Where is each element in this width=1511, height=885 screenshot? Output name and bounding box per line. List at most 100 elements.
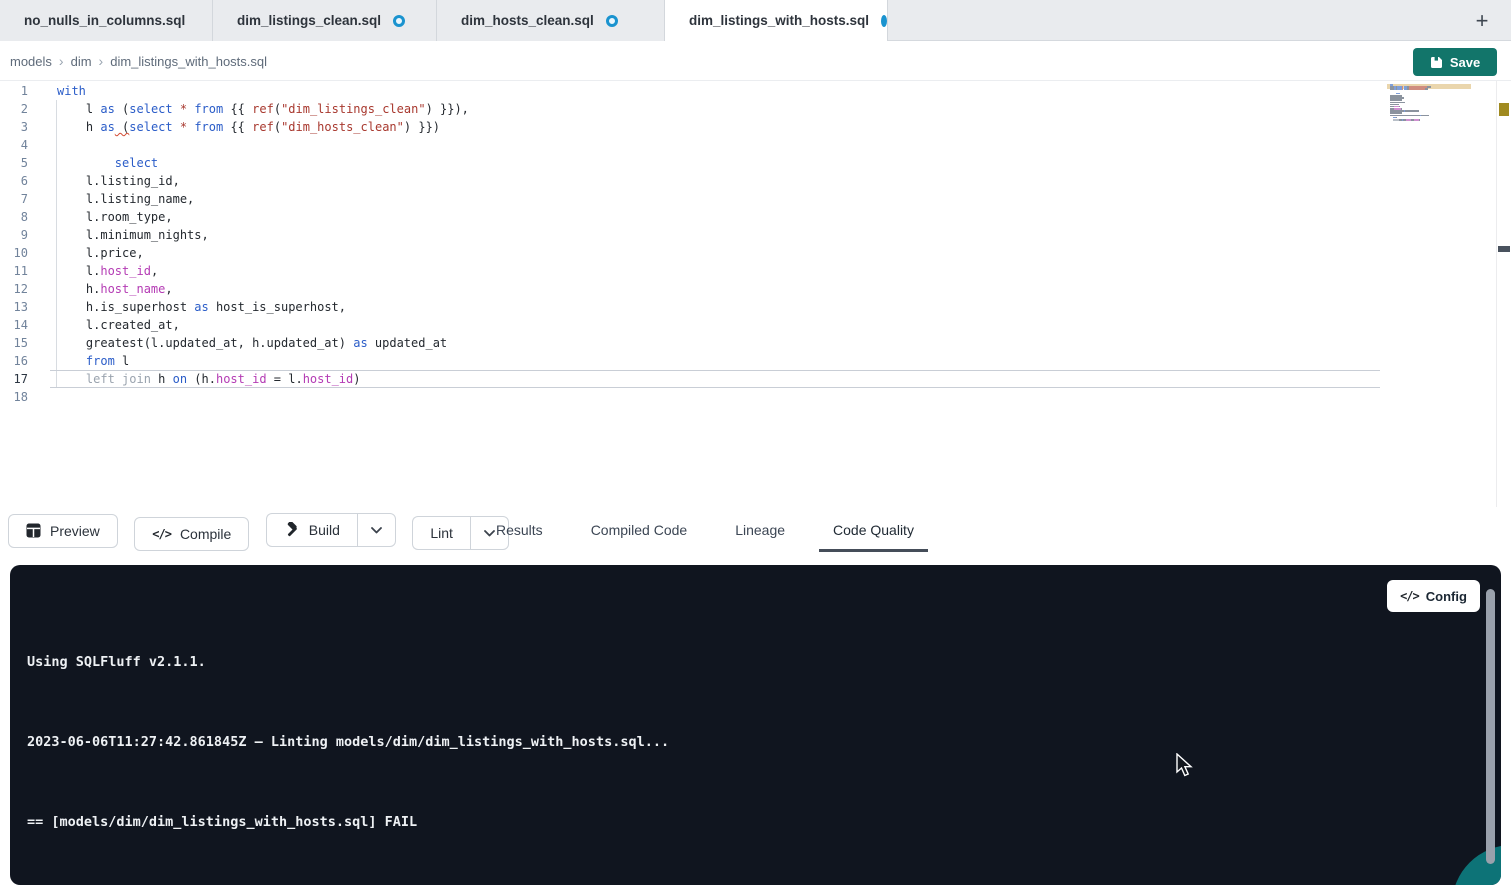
line-number: 2 (0, 100, 28, 118)
code-line[interactable]: 1with (0, 82, 469, 100)
code-line[interactable]: 2 l as (select * from {{ ref("dim_listin… (0, 100, 469, 118)
code-text: select (28, 154, 158, 172)
new-tab-button[interactable]: + (1462, 0, 1502, 41)
code-line[interactable]: 5 select (0, 154, 469, 172)
line-number: 15 (0, 334, 28, 352)
code-editor[interactable]: 1with2 l as (select * from {{ ref("dim_l… (0, 81, 1511, 507)
line-number: 5 (0, 154, 28, 172)
code-text: with (28, 82, 86, 100)
build-dropdown-button[interactable] (357, 513, 396, 547)
panel-tab[interactable]: Code Quality (817, 507, 930, 553)
panel-tab[interactable]: Results (480, 507, 559, 553)
dbt-cloud-ide: { "tabbar": { "tabs": [ { "label": "no_n… (0, 0, 1511, 875)
line-number: 3 (0, 118, 28, 136)
code-text: l.host_id, (28, 262, 158, 280)
breadcrumb-separator-icon: › (99, 53, 104, 69)
code-line[interactable]: 3 h as (select * from {{ ref("dim_hosts_… (0, 118, 469, 136)
terminal-line: 2023-06-06T11:27:42.861845Z – Linting mo… (27, 732, 669, 752)
file-tab-label: dim_hosts_clean.sql (461, 13, 594, 28)
file-tab[interactable]: no_nulls_in_columns.sql (0, 0, 213, 41)
panel-tab-label: Lineage (735, 522, 785, 538)
modified-dot-icon (393, 15, 405, 27)
code-text: h.host_name, (28, 280, 173, 298)
code-text: greatest(l.updated_at, h.updated_at) as … (28, 334, 447, 352)
overview-ruler-warning-marker (1499, 103, 1509, 116)
code-text: l.listing_name, (28, 190, 194, 208)
table-grid-icon (26, 523, 41, 538)
code-text: l.room_type, (28, 208, 173, 226)
floppy-disk-icon (1430, 56, 1443, 69)
config-button[interactable]: </> Config (1387, 580, 1480, 612)
save-button[interactable]: Save (1413, 48, 1497, 76)
code-line[interactable]: 15 greatest(l.updated_at, h.updated_at) … (0, 334, 469, 352)
lint-button-label: Lint (430, 525, 453, 541)
line-number: 11 (0, 262, 28, 280)
compile-button[interactable]: </> Compile (134, 517, 249, 551)
preview-button-label: Preview (50, 523, 100, 539)
terminal-line: == [models/dim/dim_listings_with_hosts.s… (27, 812, 669, 832)
breadcrumb-item[interactable]: dim_listings_with_hosts.sql › (110, 54, 267, 69)
breadcrumb: models › dim › dim_listings_with_hosts.s… (10, 41, 267, 81)
code-text (28, 388, 57, 406)
code-line[interactable]: 18 (0, 388, 469, 406)
code-line[interactable]: 16 from l (0, 352, 469, 370)
terminal-scrollbar-thumb[interactable] (1486, 589, 1495, 864)
code-line[interactable]: 13 h.is_superhost as host_is_superhost, (0, 298, 469, 316)
terminal-output: Using SQLFluff v2.1.1. 2023-06-06T11:27:… (27, 572, 669, 885)
breadcrumb-label: dim_listings_with_hosts.sql (110, 54, 267, 69)
preview-button[interactable]: Preview (8, 514, 118, 548)
build-button-group: Build (266, 513, 396, 547)
code-line[interactable]: 11 l.host_id, (0, 262, 469, 280)
panel-tab[interactable]: Lineage (719, 507, 801, 553)
line-number: 13 (0, 298, 28, 316)
file-tab-label: dim_listings_clean.sql (237, 13, 381, 28)
code-line[interactable]: 10 l.price, (0, 244, 469, 262)
panel-tab-label: Code Quality (833, 522, 914, 538)
file-tab[interactable]: dim_listings_clean.sql (213, 0, 437, 41)
line-number: 7 (0, 190, 28, 208)
line-number: 12 (0, 280, 28, 298)
code-text: h as (select * from {{ ref("dim_hosts_cl… (28, 118, 440, 136)
code-line[interactable]: 9 l.minimum_nights, (0, 226, 469, 244)
compile-button-label: Compile (180, 526, 231, 542)
code-text: l as (select * from {{ ref("dim_listings… (28, 100, 469, 118)
file-tab[interactable]: dim_hosts_clean.sql (437, 0, 665, 41)
panel-tab-label: Results (496, 522, 543, 538)
modified-dot-icon (881, 15, 887, 27)
code-text: left join h on (h.host_id = l.host_id) (28, 370, 361, 388)
breadcrumb-label: dim (71, 54, 92, 69)
file-tab-label: dim_listings_with_hosts.sql (689, 13, 869, 28)
config-button-label: Config (1426, 589, 1467, 604)
build-button[interactable]: Build (266, 513, 357, 547)
code-text: h.is_superhost as host_is_superhost, (28, 298, 346, 316)
file-tab[interactable]: dim_listings_with_hosts.sql (665, 0, 888, 41)
breadcrumb-label: models (10, 54, 52, 69)
panel-tab[interactable]: Compiled Code (575, 507, 704, 553)
code-line[interactable]: 8 l.room_type, (0, 208, 469, 226)
line-number: 1 (0, 82, 28, 100)
breadcrumb-item[interactable]: models › (10, 53, 71, 69)
code-line[interactable]: 4 (0, 136, 469, 154)
editor-subheader: models › dim › dim_listings_with_hosts.s… (0, 41, 1511, 81)
lint-output-terminal[interactable]: Using SQLFluff v2.1.1. 2023-06-06T11:27:… (10, 565, 1501, 885)
code-line[interactable]: 7 l.listing_name, (0, 190, 469, 208)
panel-tab-bar: Results Compiled Code Lineage Code Quali… (480, 507, 946, 553)
code-line[interactable]: 6 l.listing_id, (0, 172, 469, 190)
hammer-icon (284, 522, 300, 538)
code-lines: 1with2 l as (select * from {{ ref("dim_l… (0, 82, 469, 406)
line-number: 16 (0, 352, 28, 370)
minimap[interactable] (1390, 84, 1460, 144)
breadcrumb-item[interactable]: dim › (71, 53, 111, 69)
save-button-label: Save (1450, 55, 1480, 70)
code-icon: </> (152, 527, 171, 541)
code-text: l.minimum_nights, (28, 226, 209, 244)
line-number: 10 (0, 244, 28, 262)
code-text: from l (28, 352, 129, 370)
code-line[interactable]: 12 h.host_name, (0, 280, 469, 298)
code-line[interactable]: 14 l.created_at, (0, 316, 469, 334)
lint-button[interactable]: Lint (412, 516, 470, 550)
panel-tab-label: Compiled Code (591, 522, 688, 538)
editor-scrollbar-track[interactable] (1496, 81, 1497, 507)
line-number: 9 (0, 226, 28, 244)
code-line[interactable]: 17 left join h on (h.host_id = l.host_id… (0, 370, 469, 388)
